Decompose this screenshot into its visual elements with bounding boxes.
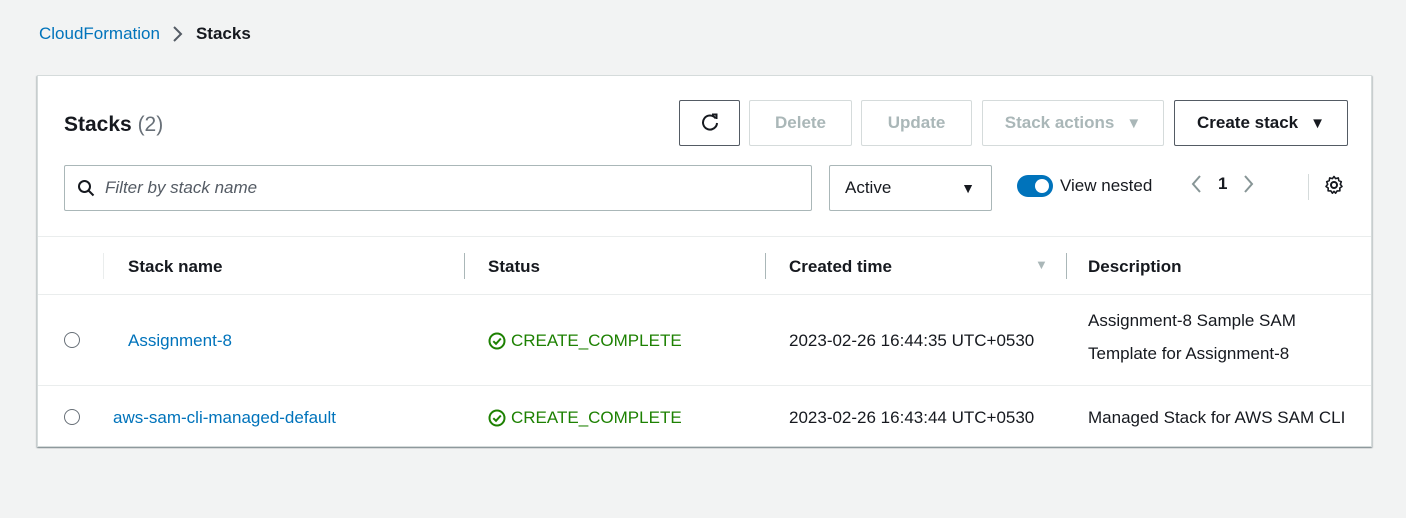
status-badge: CREATE_COMPLETE bbox=[488, 331, 682, 351]
table-row[interactable]: Assignment-8 CREATE_COMPLETE 2023-02-26 … bbox=[38, 295, 1371, 386]
breadcrumb: CloudFormation Stacks bbox=[39, 24, 251, 44]
panel-title-text: Stacks bbox=[64, 113, 132, 136]
description-line: Managed Stack for AWS SAM CLI bbox=[1088, 408, 1346, 427]
pagination: 1 bbox=[1190, 174, 1255, 194]
view-nested-toggle[interactable] bbox=[1017, 175, 1053, 197]
delete-button[interactable]: Delete bbox=[749, 100, 852, 146]
stack-count: (2) bbox=[137, 113, 164, 136]
pager-divider bbox=[1308, 174, 1309, 200]
status-text: CREATE_COMPLETE bbox=[511, 331, 682, 350]
stack-actions-label: Stack actions bbox=[1004, 113, 1115, 132]
settings-gear-icon[interactable] bbox=[1324, 175, 1344, 195]
column-divider[interactable] bbox=[765, 253, 766, 279]
create-stack-button[interactable]: Create stack ▼ bbox=[1174, 100, 1348, 146]
column-header-stack-name[interactable]: Stack name bbox=[128, 257, 223, 277]
column-divider[interactable] bbox=[464, 253, 465, 279]
chevron-right-icon[interactable] bbox=[1243, 174, 1255, 194]
search-input[interactable] bbox=[105, 178, 785, 198]
refresh-button[interactable] bbox=[679, 100, 740, 146]
view-nested-control: View nested bbox=[1017, 175, 1152, 197]
stack-actions-button[interactable]: Stack actions ▼ bbox=[982, 100, 1164, 146]
update-button-label: Update bbox=[887, 113, 946, 132]
caret-down-icon: ▼ bbox=[961, 180, 975, 196]
delete-button-label: Delete bbox=[774, 113, 827, 132]
stacks-panel: Stacks (2) Delete Update Stack actions ▼… bbox=[37, 75, 1372, 447]
column-divider[interactable] bbox=[1066, 253, 1067, 279]
status-badge: CREATE_COMPLETE bbox=[488, 408, 682, 428]
create-stack-label: Create stack bbox=[1197, 113, 1299, 132]
status-text: CREATE_COMPLETE bbox=[511, 408, 682, 427]
created-time: 2023-02-26 16:44:35 UTC+0530 bbox=[789, 331, 1035, 350]
description-line: Assignment-8 Sample SAM bbox=[1088, 311, 1296, 330]
view-nested-label: View nested bbox=[1060, 176, 1153, 195]
sort-caret-icon[interactable]: ▼ bbox=[1035, 257, 1048, 272]
column-header-status[interactable]: Status bbox=[488, 257, 540, 277]
status-filter-select[interactable]: Active ▼ bbox=[829, 165, 992, 211]
check-circle-icon bbox=[488, 332, 506, 350]
chevron-right-icon bbox=[172, 26, 183, 42]
row-select-radio[interactable] bbox=[64, 409, 80, 425]
column-divider bbox=[103, 253, 104, 279]
stack-name-link[interactable]: Assignment-8 bbox=[128, 331, 232, 351]
update-button[interactable]: Update bbox=[861, 100, 972, 146]
table-header: Stack name Status Created time ▼ Descrip… bbox=[38, 236, 1371, 295]
created-time: 2023-02-26 16:43:44 UTC+0530 bbox=[789, 408, 1035, 427]
description-line: Template for Assignment-8 bbox=[1088, 344, 1290, 363]
page-title: Stacks (2) bbox=[64, 113, 163, 137]
breadcrumb-current: Stacks bbox=[195, 24, 251, 43]
column-header-description[interactable]: Description bbox=[1088, 257, 1182, 277]
column-header-created-time[interactable]: Created time bbox=[789, 257, 892, 277]
caret-down-icon: ▼ bbox=[1126, 114, 1142, 132]
row-select-radio[interactable] bbox=[64, 332, 80, 348]
table-row[interactable]: aws-sam-cli-managed-default CREATE_COMPL… bbox=[38, 386, 1371, 448]
toggle-knob bbox=[1035, 179, 1049, 193]
caret-down-icon: ▼ bbox=[1310, 114, 1325, 132]
refresh-icon bbox=[700, 113, 720, 133]
status-filter-value: Active bbox=[845, 178, 892, 197]
chevron-left-icon[interactable] bbox=[1190, 174, 1202, 194]
search-icon bbox=[77, 179, 95, 197]
page-number[interactable]: 1 bbox=[1218, 174, 1227, 194]
breadcrumb-cloudformation-link[interactable]: CloudFormation bbox=[39, 24, 160, 44]
filter-search-box bbox=[64, 165, 812, 211]
check-circle-icon bbox=[488, 409, 506, 427]
stack-name-link[interactable]: aws-sam-cli-managed-default bbox=[113, 408, 336, 428]
